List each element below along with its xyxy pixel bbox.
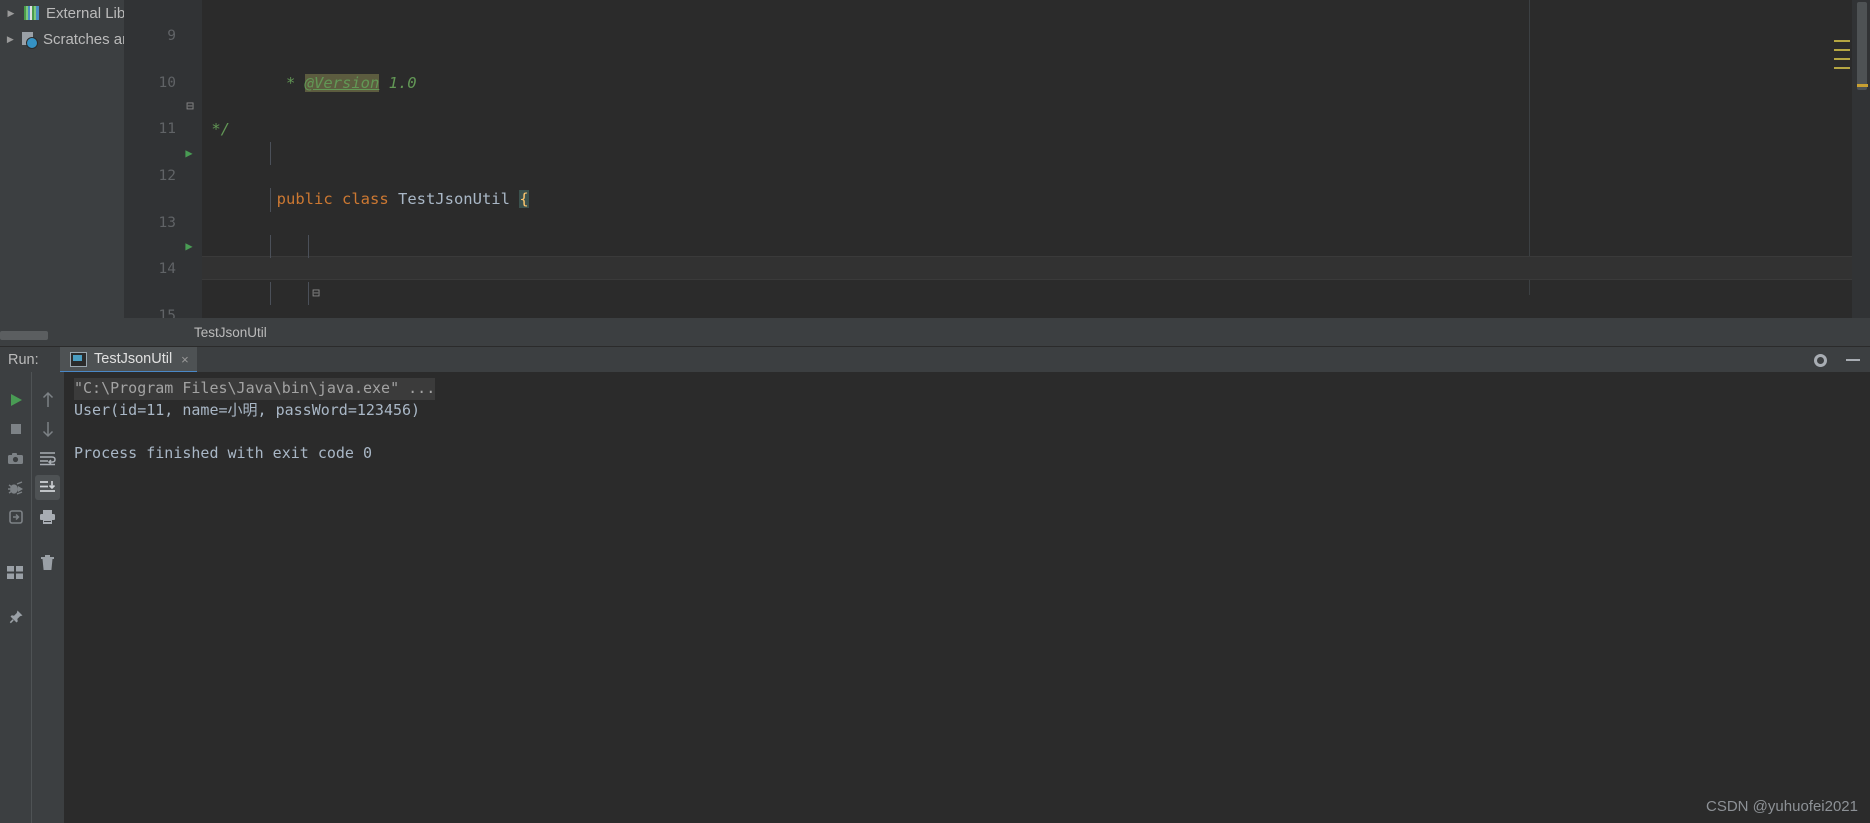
line-number: 11	[158, 121, 176, 138]
editor-scrollbar[interactable]	[1852, 0, 1870, 318]
indent-guide	[308, 281, 309, 305]
run-toolbar-left	[0, 372, 31, 823]
console-icon	[70, 351, 87, 367]
code-line-11[interactable]: 11 ▶ public class TestJsonUtil {	[124, 95, 1870, 209]
code-minimap-marks	[1834, 40, 1850, 76]
code-token: */	[202, 120, 230, 139]
stop-button[interactable]	[3, 416, 28, 441]
camera-icon[interactable]	[3, 446, 28, 471]
rerun-button[interactable]	[3, 387, 28, 412]
run-toolbar-console	[31, 372, 62, 823]
line-number: 9	[167, 28, 176, 45]
indent-guide	[270, 141, 271, 166]
console-command-line: "C:\Program Files\Java\bin\java.exe" ...	[74, 378, 436, 400]
console-output[interactable]: "C:\Program Files\Java\bin\java.exe" ...…	[62, 372, 1870, 823]
watermark: CSDN @yuhuofei2021	[1706, 798, 1858, 815]
indent-guide	[270, 234, 271, 259]
scrollbar-thumb[interactable]	[1857, 2, 1867, 90]
code-line-15[interactable]: 15 String jsonString = "{\"id\":11,\"nam…	[124, 281, 1870, 418]
warning-marker[interactable]	[1857, 84, 1868, 87]
library-icon	[20, 6, 42, 20]
intellij-idea-window: ▶ External Librari ▶ Scratches and ( 9 *…	[0, 0, 1870, 823]
javadoc-tag: @Version	[304, 73, 380, 92]
project-pane-scrollbar[interactable]	[0, 331, 48, 340]
current-line-highlight	[202, 256, 1870, 280]
code-line-9[interactable]: 9 * @Version 1.0	[124, 2, 1870, 92]
console-result-line: User(id=11, name=小明, passWord=123456)	[74, 400, 421, 419]
debug-button[interactable]	[3, 475, 28, 500]
close-icon[interactable]: ×	[181, 352, 189, 367]
wrap-icon[interactable]	[35, 446, 60, 471]
code-token: *	[276, 73, 305, 92]
code-line-10[interactable]: 10 ⊟ */	[124, 49, 1870, 139]
arrow-down-icon[interactable]	[35, 416, 60, 441]
breadcrumb[interactable]: TestJsonUtil	[124, 318, 1870, 346]
line-number: 13	[158, 214, 176, 231]
line-number: 10	[158, 74, 176, 91]
grid-icon[interactable]	[3, 560, 28, 585]
code-editor[interactable]: 9 * @Version 1.0 10 ⊟ */ 11 ▶ public cla…	[124, 0, 1870, 603]
console-exit-line: Process finished with exit code 0	[74, 443, 373, 462]
breadcrumb-item-class[interactable]: TestJsonUtil	[194, 325, 267, 340]
scratches-icon	[19, 31, 39, 49]
line-number: 12	[158, 168, 176, 185]
code-line-14[interactable]: 14	[124, 234, 1870, 277]
run-console: "C:\Program Files\Java\bin\java.exe" ...…	[0, 372, 1870, 823]
code-line-12[interactable]: 12	[124, 141, 1870, 184]
trash-icon[interactable]	[35, 550, 60, 575]
chevron-right-icon[interactable]: ▶	[2, 8, 20, 19]
line-number: 14	[158, 261, 176, 278]
run-tool-window-header: Run: TestJsonUtil ×	[0, 346, 1870, 373]
printer-icon[interactable]	[35, 504, 60, 529]
code-line-13[interactable]: 13 ▶ ⊟ public static void main(String[] …	[124, 188, 1870, 348]
indent-guide	[308, 234, 309, 259]
export-icon[interactable]	[3, 504, 28, 529]
run-title: Run:	[8, 352, 39, 368]
indent-guide	[270, 281, 271, 305]
tab-testjsonutil[interactable]: TestJsonUtil ×	[60, 347, 197, 373]
gear-icon[interactable]	[1813, 353, 1828, 368]
tab-label: TestJsonUtil	[94, 351, 173, 367]
arrow-up-icon[interactable]	[35, 387, 60, 412]
indent-guide	[270, 188, 271, 212]
scroll-end-icon[interactable]	[35, 475, 60, 500]
minimize-icon[interactable]	[1846, 359, 1860, 361]
pin-icon[interactable]	[3, 604, 28, 629]
code-token: 1.0	[379, 73, 417, 92]
chevron-right-icon[interactable]: ▶	[2, 34, 19, 45]
